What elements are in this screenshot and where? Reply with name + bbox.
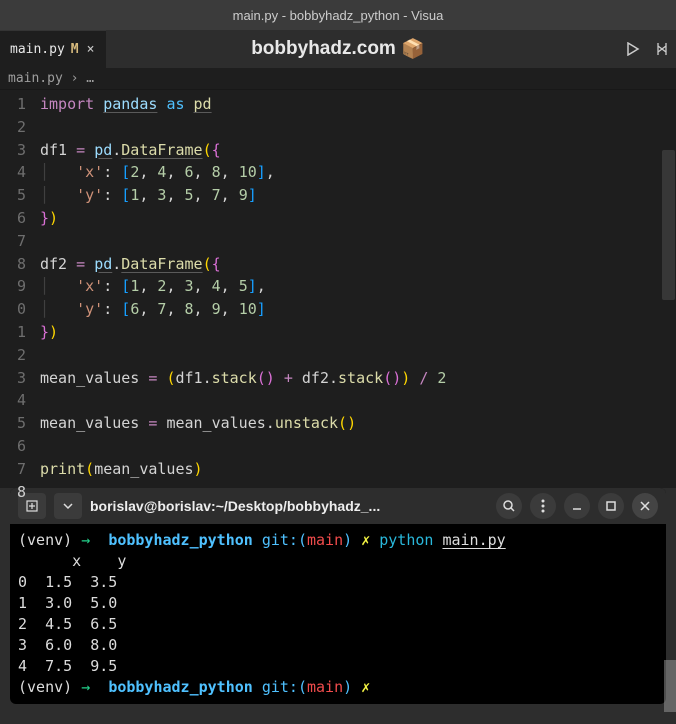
code-editor[interactable]: 1 2 3 4 5 6 7 8 9 0 1 2 3 4 5 6 7 8 impo… (0, 90, 676, 488)
breadcrumb-file: main.py (8, 71, 63, 86)
line-gutter: 1 2 3 4 5 6 7 8 9 0 1 2 3 4 5 6 7 8 (0, 90, 26, 488)
editor-tab[interactable]: main.py M × (0, 30, 106, 68)
dropdown-icon[interactable] (54, 493, 82, 519)
chevron-right-icon: › (71, 71, 79, 86)
terminal-output[interactable]: (venv) → bobbyhadz_python git:(main) ✗ p… (10, 524, 666, 704)
code-content[interactable]: import pandas as pd df1 = pd.DataFrame({… (26, 90, 676, 488)
terminal-scrollbar[interactable] (664, 660, 676, 712)
terminal-panel: borislav@borislav:~/Desktop/bobbyhadz_..… (10, 488, 666, 704)
window-title: main.py - bobbyhadz_python - Visua (233, 8, 444, 23)
menu-icon[interactable] (530, 493, 556, 519)
terminal-title: borislav@borislav:~/Desktop/bobbyhadz_..… (90, 498, 488, 514)
window-titlebar: main.py - bobbyhadz_python - Visua (0, 0, 676, 30)
terminal-header: borislav@borislav:~/Desktop/bobbyhadz_..… (10, 488, 666, 524)
terminal-close-icon[interactable] (632, 493, 658, 519)
breadcrumb[interactable]: main.py › … (0, 68, 676, 90)
breadcrumb-rest: … (86, 71, 94, 86)
run-icon[interactable] (626, 42, 640, 56)
maximize-icon[interactable] (598, 493, 624, 519)
search-icon[interactable] (496, 493, 522, 519)
compare-icon[interactable] (654, 41, 670, 57)
close-icon[interactable]: × (85, 42, 97, 57)
minimize-icon[interactable] (564, 493, 590, 519)
tab-modified-indicator: M (71, 42, 79, 57)
tab-bar: main.py M × bobbyhadz.com 📦 (0, 30, 676, 68)
tab-filename: main.py (10, 42, 65, 57)
editor-scrollbar[interactable] (662, 150, 675, 300)
editor-actions (626, 41, 670, 57)
